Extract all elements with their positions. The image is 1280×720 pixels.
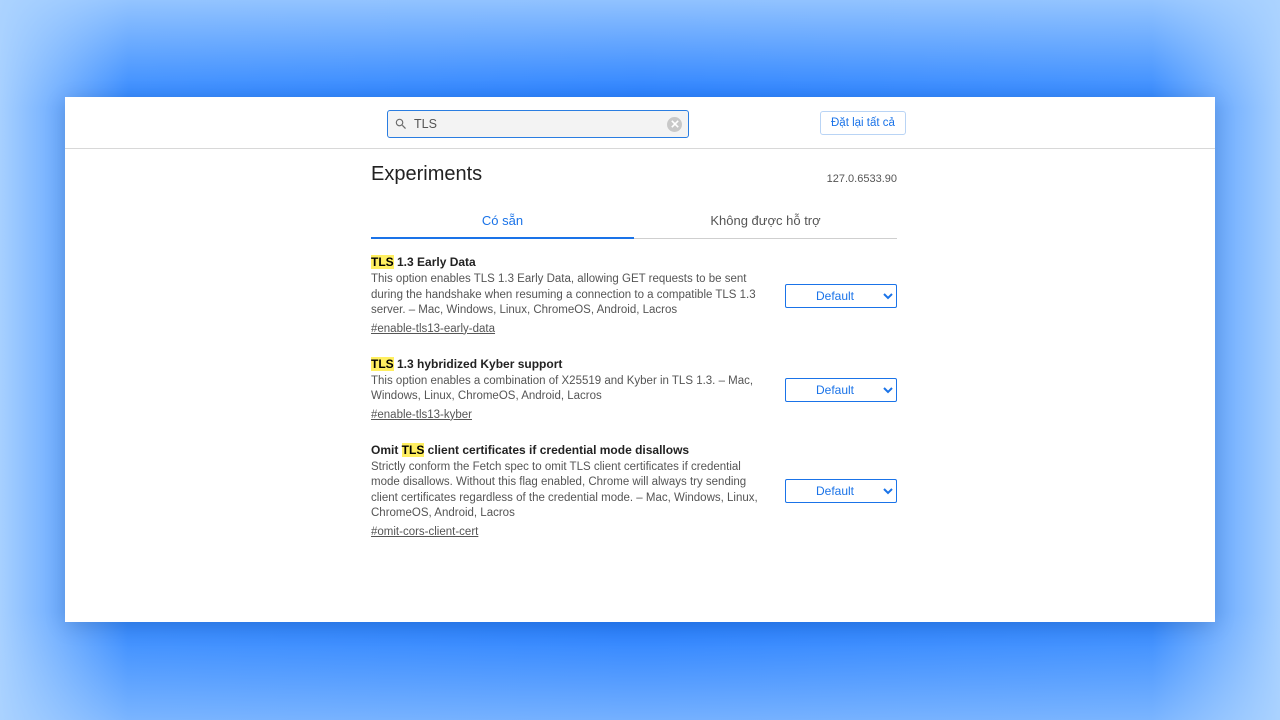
flag-title: Omit TLS client certificates if credenti… bbox=[371, 443, 767, 457]
flag-control-column: Default bbox=[785, 443, 897, 540]
flag-anchor-link[interactable]: #enable-tls13-kyber bbox=[371, 409, 472, 421]
flags-list: TLS 1.3 Early Data This option enables TL… bbox=[371, 239, 897, 554]
flag-anchor-link[interactable]: #enable-tls13-early-data bbox=[371, 323, 495, 335]
flag-text-column: TLS 1.3 Early Data This option enables TL… bbox=[371, 255, 785, 337]
version-label: 127.0.6533.90 bbox=[827, 173, 897, 185]
flag-title: TLS 1.3 hybridized Kyber support bbox=[371, 357, 767, 371]
search-input[interactable] bbox=[408, 117, 667, 131]
flag-description: Strictly conform the Fetch spec to omit … bbox=[371, 460, 767, 522]
content-column: Experiments 127.0.6533.90 Có sẵn Không đ… bbox=[371, 149, 897, 554]
flag-row: Omit TLS client certificates if credenti… bbox=[371, 437, 897, 554]
top-bar: Đặt lại tất cả bbox=[65, 97, 1215, 149]
reset-all-button[interactable]: Đặt lại tất cả bbox=[820, 111, 906, 135]
content-scroll-area[interactable]: Experiments 127.0.6533.90 Có sẵn Không đ… bbox=[65, 149, 1215, 622]
flag-state-select[interactable]: Default bbox=[785, 284, 897, 308]
flag-control-column: Default bbox=[785, 357, 897, 423]
flag-state-select[interactable]: Default bbox=[785, 479, 897, 503]
tab-unsupported[interactable]: Không được hỗ trợ bbox=[634, 205, 897, 238]
flag-state-select[interactable]: Default bbox=[785, 378, 897, 402]
flag-title-pre: Omit bbox=[371, 443, 402, 457]
flag-title-highlight: TLS bbox=[371, 357, 394, 371]
flag-title-post: client certificates if credential mode d… bbox=[424, 443, 689, 457]
flag-title-post: 1.3 hybridized Kyber support bbox=[394, 357, 563, 371]
search-box[interactable] bbox=[387, 110, 689, 138]
browser-window: Đặt lại tất cả Experiments 127.0.6533.90… bbox=[65, 97, 1215, 622]
tabs: Có sẵn Không được hỗ trợ bbox=[371, 205, 897, 239]
search-icon bbox=[394, 117, 408, 131]
tab-available[interactable]: Có sẵn bbox=[371, 205, 634, 239]
flag-description: This option enables a combination of X25… bbox=[371, 374, 767, 405]
flag-row: TLS 1.3 hybridized Kyber support This opt… bbox=[371, 351, 897, 437]
flag-text-column: TLS 1.3 hybridized Kyber support This opt… bbox=[371, 357, 785, 423]
flag-title-post: 1.3 Early Data bbox=[394, 255, 476, 269]
clear-search-icon[interactable] bbox=[667, 117, 682, 132]
flag-description: This option enables TLS 1.3 Early Data, … bbox=[371, 272, 767, 319]
flag-title-highlight: TLS bbox=[402, 443, 425, 457]
flag-title-highlight: TLS bbox=[371, 255, 394, 269]
flag-anchor-link[interactable]: #omit-cors-client-cert bbox=[371, 526, 478, 538]
flag-title: TLS 1.3 Early Data bbox=[371, 255, 767, 269]
flag-text-column: Omit TLS client certificates if credenti… bbox=[371, 443, 785, 540]
flag-row: TLS 1.3 Early Data This option enables TL… bbox=[371, 249, 897, 351]
header-row: Experiments 127.0.6533.90 bbox=[371, 163, 897, 193]
flag-control-column: Default bbox=[785, 255, 897, 337]
page-title: Experiments bbox=[371, 163, 897, 186]
